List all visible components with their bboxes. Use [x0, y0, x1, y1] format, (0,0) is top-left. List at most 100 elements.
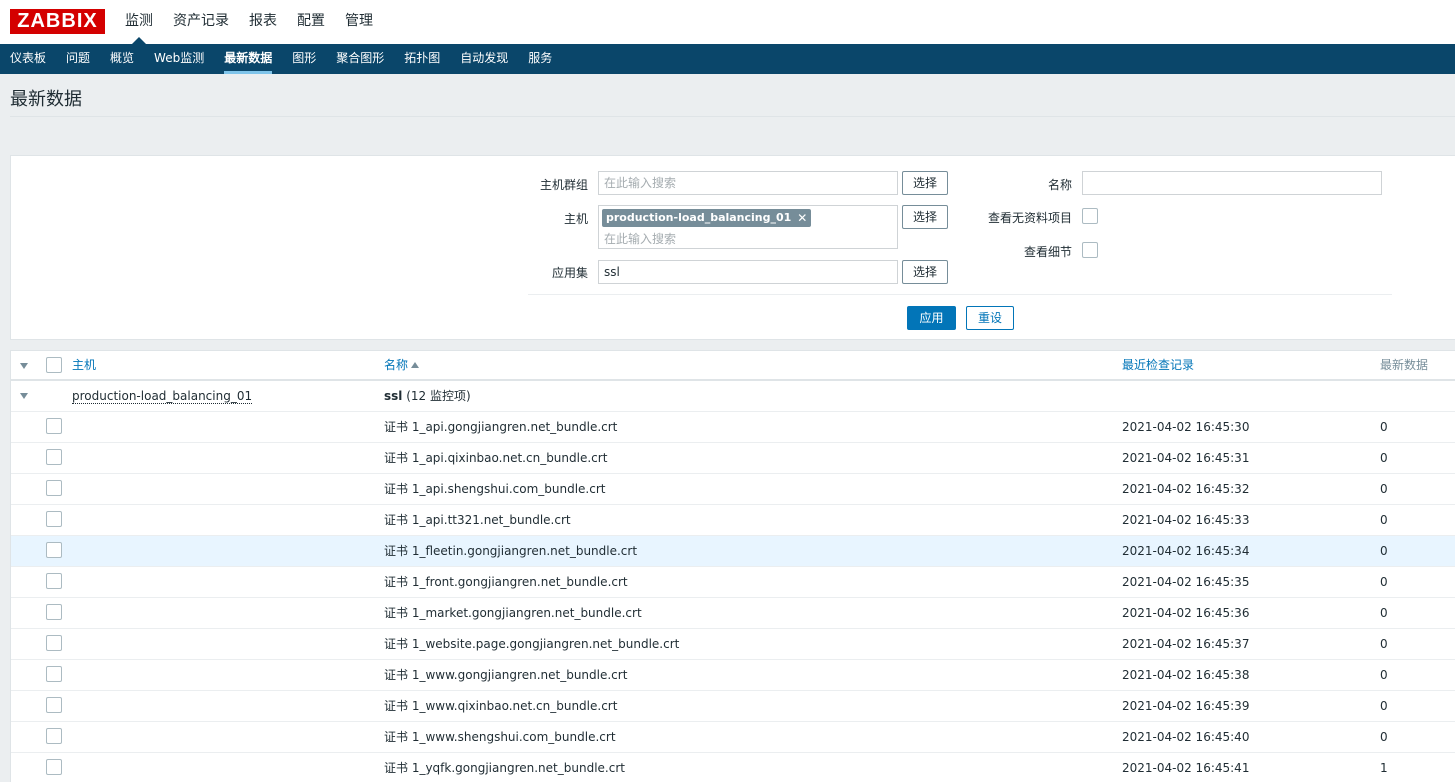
- name-input[interactable]: [1082, 171, 1382, 195]
- sub-menu-item[interactable]: 仪表板: [0, 44, 56, 74]
- table-row[interactable]: 证书 1_front.gongjiangren.net_bundle.crt 20…: [11, 567, 1455, 598]
- host-select-button[interactable]: 选择: [902, 205, 948, 229]
- col-lastcheck-header[interactable]: 最近检查记录: [1122, 351, 1194, 379]
- sub-navigation: 仪表板 问题 概览 Web监测 最新数据 图形 聚合图形 拓扑图 自动发现 服务: [0, 44, 1455, 74]
- sub-menu-item[interactable]: 图形: [282, 44, 326, 74]
- last-check-cell: 2021-04-02 16:45:39: [1122, 699, 1250, 713]
- host-tag-label: production-load_balancing_01: [606, 211, 792, 224]
- reset-button[interactable]: 重设: [966, 306, 1014, 330]
- sub-menu-item[interactable]: 最新数据: [214, 44, 282, 74]
- group-app-cell: ssl (12 监控项): [384, 381, 471, 411]
- main-menu-item[interactable]: 配置: [287, 0, 335, 44]
- page-title: 最新数据: [10, 89, 82, 110]
- table-row[interactable]: 证书 1_www.gongjiangren.net_bundle.crt 2021…: [11, 660, 1455, 691]
- item-name-cell: 证书 1_yqfk.gongjiangren.net_bundle.crt: [384, 761, 625, 775]
- last-check-cell: 2021-04-02 16:45:37: [1122, 637, 1250, 651]
- row-checkbox[interactable]: [46, 604, 62, 620]
- collapse-group-icon[interactable]: [20, 393, 28, 399]
- last-check-cell: 2021-04-02 16:45:30: [1122, 420, 1250, 434]
- host-group-label: 主机群组: [539, 178, 588, 192]
- name-label: 名称: [1047, 178, 1072, 192]
- col-name-header[interactable]: 名称: [384, 351, 420, 379]
- item-name-cell: 证书 1_website.page.gongjiangren.net_bundl…: [384, 637, 680, 651]
- host-search-placeholder[interactable]: 在此输入搜索: [604, 230, 676, 247]
- table-row[interactable]: 证书 1_website.page.gongjiangren.net_bundl…: [11, 629, 1455, 660]
- table-row[interactable]: 证书 1_www.shengshui.com_bundle.crt 2021-04…: [11, 722, 1455, 753]
- group-host-cell: production-load_balancing_01: [72, 381, 253, 411]
- remove-tag-icon[interactable]: ✕: [797, 209, 807, 227]
- col-host-header[interactable]: 主机: [72, 351, 96, 379]
- last-check-cell: 2021-04-02 16:45:35: [1122, 575, 1250, 589]
- main-menu: 监测 资产记录 报表 配置 管理: [115, 0, 383, 44]
- row-checkbox[interactable]: [46, 573, 62, 589]
- last-value-cell: 0: [1380, 575, 1388, 589]
- collapse-all-icon[interactable]: [20, 363, 28, 369]
- item-name-cell: 证书 1_www.gongjiangren.net_bundle.crt: [384, 668, 628, 682]
- last-check-cell: 2021-04-02 16:45:33: [1122, 513, 1250, 527]
- latest-data-table: 主机 名称 最近检查记录 最新数据 production-load_balanc…: [10, 350, 1455, 782]
- item-name-cell: 证书 1_api.tt321.net_bundle.crt: [384, 513, 571, 527]
- item-name-cell: 证书 1_www.qixinbao.net.cn_bundle.crt: [384, 699, 618, 713]
- table-row[interactable]: 证书 1_api.gongjiangren.net_bundle.crt 2021…: [11, 412, 1455, 443]
- row-checkbox[interactable]: [46, 449, 62, 465]
- last-value-cell: 0: [1380, 668, 1388, 682]
- main-menu-item[interactable]: 管理: [335, 0, 383, 44]
- filter-panel: 主机群组 在此输入搜索 选择 主机 production-load_balanc…: [10, 155, 1455, 340]
- sub-menu-item[interactable]: Web监测: [144, 44, 214, 74]
- zabbix-logo[interactable]: ZABBIX: [10, 9, 105, 34]
- last-value-cell: 0: [1380, 544, 1388, 558]
- table-row[interactable]: 证书 1_api.qixinbao.net.cn_bundle.crt 2021-…: [11, 443, 1455, 474]
- row-checkbox[interactable]: [46, 511, 62, 527]
- row-checkbox[interactable]: [46, 480, 62, 496]
- row-checkbox[interactable]: [46, 759, 62, 775]
- col-name-label: 名称: [384, 358, 409, 372]
- app-label: 应用集: [551, 266, 588, 280]
- show-details-checkbox[interactable]: [1082, 242, 1098, 258]
- item-name-cell: 证书 1_market.gongjiangren.net_bundle.crt: [384, 606, 642, 620]
- host-link[interactable]: production-load_balancing_01: [72, 390, 253, 404]
- item-name-cell: 证书 1_front.gongjiangren.net_bundle.crt: [384, 575, 628, 589]
- host-tag: production-load_balancing_01 ✕: [602, 209, 812, 227]
- row-checkbox[interactable]: [46, 542, 62, 558]
- apply-button[interactable]: 应用: [907, 306, 956, 330]
- main-menu-item[interactable]: 监测: [115, 0, 163, 44]
- sub-menu-item[interactable]: 拓扑图: [394, 44, 450, 74]
- table-row[interactable]: 证书 1_www.qixinbao.net.cn_bundle.crt 2021-…: [11, 691, 1455, 722]
- show-without-data-label: 查看无资料项目: [987, 211, 1072, 225]
- last-check-cell: 2021-04-02 16:45:36: [1122, 606, 1250, 620]
- main-menu-item[interactable]: 资产记录: [163, 0, 239, 44]
- app-select-button[interactable]: 选择: [902, 260, 948, 284]
- item-name-cell: 证书 1_api.shengshui.com_bundle.crt: [384, 482, 606, 496]
- table-row[interactable]: 证书 1_api.tt321.net_bundle.crt 2021-04-02 …: [11, 505, 1455, 536]
- last-value-cell: 0: [1380, 513, 1388, 527]
- row-checkbox[interactable]: [46, 666, 62, 682]
- host-group-select-button[interactable]: 选择: [902, 171, 948, 195]
- last-value-cell: 0: [1380, 637, 1388, 651]
- row-checkbox[interactable]: [46, 697, 62, 713]
- sub-menu-item[interactable]: 服务: [518, 44, 562, 74]
- select-all-checkbox[interactable]: [46, 357, 62, 373]
- row-checkbox[interactable]: [46, 418, 62, 434]
- table-row[interactable]: 证书 1_api.shengshui.com_bundle.crt 2021-04…: [11, 474, 1455, 505]
- group-row: production-load_balancing_01 ssl (12 监控项…: [11, 381, 1455, 412]
- last-check-cell: 2021-04-02 16:45:32: [1122, 482, 1250, 496]
- host-multiselect[interactable]: production-load_balancing_01 ✕ 在此输入搜索: [598, 205, 898, 249]
- item-name-cell: 证书 1_api.gongjiangren.net_bundle.crt: [384, 420, 618, 434]
- row-checkbox[interactable]: [46, 728, 62, 744]
- sub-menu-item[interactable]: 自动发现: [450, 44, 518, 74]
- host-label: 主机: [563, 212, 588, 226]
- table-row[interactable]: 证书 1_yqfk.gongjiangren.net_bundle.crt 202…: [11, 753, 1455, 782]
- table-row[interactable]: 证书 1_fleetin.gongjiangren.net_bundle.crt…: [11, 536, 1455, 567]
- last-value-cell: 0: [1380, 420, 1388, 434]
- sub-menu-item[interactable]: 问题: [56, 44, 100, 74]
- show-without-data-checkbox[interactable]: [1082, 208, 1098, 224]
- table-row[interactable]: 证书 1_market.gongjiangren.net_bundle.crt 2…: [11, 598, 1455, 629]
- last-check-cell: 2021-04-02 16:45:40: [1122, 730, 1250, 744]
- group-app-name: ssl: [384, 389, 403, 403]
- host-group-input[interactable]: 在此输入搜索: [598, 171, 898, 195]
- sub-menu-item[interactable]: 概览: [100, 44, 144, 74]
- app-input[interactable]: ssl: [598, 260, 898, 284]
- row-checkbox[interactable]: [46, 635, 62, 651]
- sub-menu-item[interactable]: 聚合图形: [326, 44, 394, 74]
- main-menu-item[interactable]: 报表: [239, 0, 287, 44]
